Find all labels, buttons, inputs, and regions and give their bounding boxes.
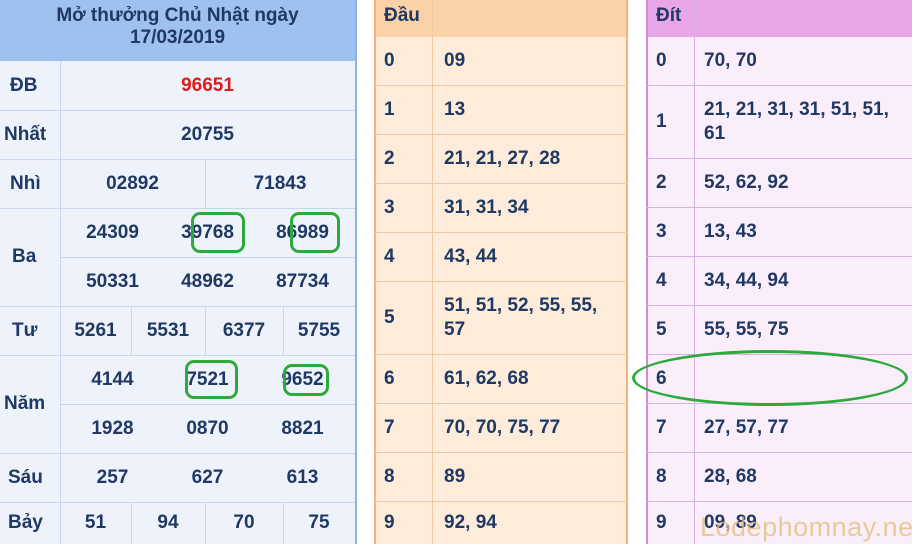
prize-nam-value: 0870 (186, 417, 229, 439)
prize-label-nam: Năm (4, 393, 46, 414)
dau-row: 5 51, 51, 52, 55, 55, 57 (374, 282, 628, 355)
prize-ba-value: 24309 (86, 221, 139, 243)
prize-nam-value: 8821 (281, 417, 324, 439)
prize-bay-value: 70 (233, 512, 255, 533)
highlight-ellipse (632, 350, 908, 406)
prize-label-nhi: Nhì (10, 172, 41, 194)
prize-nam-value: 4144 (91, 368, 134, 390)
dau-row: 6 61, 62, 68 (374, 355, 628, 404)
prize-bay-value: 51 (84, 512, 107, 533)
dit-header: Đít (656, 5, 682, 26)
prize-label-nhat: Nhất (4, 123, 47, 145)
dau-row: 1 13 (374, 86, 628, 135)
result-title-line1: Mở thưởng Chủ Nhật ngày (56, 5, 299, 26)
highlight-circle (185, 360, 238, 399)
prize-tu-value: 5531 (146, 319, 190, 341)
prize-label-tu: Tư (12, 319, 38, 341)
dau-row: 8 89 (374, 453, 628, 502)
prize-sau-value: 613 (286, 466, 319, 488)
prize-label-ba: Ba (12, 246, 37, 267)
prize-bay-value: 75 (308, 512, 330, 533)
dit-row: 1 21, 21, 31, 31, 51, 51, 61 (646, 86, 912, 159)
dit-row: 5 55, 55, 75 (646, 306, 912, 355)
prize-nhi-value: 71843 (253, 172, 307, 194)
prize-ba-value: 50331 (86, 270, 139, 292)
prize-label-bay: Bảy (8, 512, 43, 533)
watermark: Lodephomnay.net (700, 512, 912, 542)
dau-header: Đầu (384, 5, 420, 26)
prize-label-sau: Sáu (8, 466, 43, 488)
highlight-circle (283, 364, 329, 396)
prize-sau-value: 257 (96, 466, 129, 488)
prize-tu-value: 5261 (74, 319, 117, 341)
dau-row: 4 43, 44 (374, 233, 628, 282)
prize-sau-value: 627 (191, 466, 224, 488)
dit-row: 0 70, 70 (646, 37, 912, 86)
dit-row: 8 28, 68 (646, 453, 912, 502)
dau-row: 2 21, 21, 27, 28 (374, 135, 628, 184)
prize-ba-value: 48962 (181, 270, 234, 292)
prize-bay-value: 94 (157, 512, 179, 533)
dau-row: 3 31, 31, 34 (374, 184, 628, 233)
highlight-circle (290, 212, 340, 253)
result-header: Mở thưởng Chủ Nhật ngày 17/03/2019 (0, 0, 355, 61)
prize-tu-value: 5755 (297, 319, 341, 341)
result-title-date: 17/03/2019 (129, 27, 226, 48)
prize-nam-value: 1928 (91, 417, 134, 439)
prize-ba-value: 87734 (276, 270, 329, 292)
prize-nhat-value: 20755 (181, 123, 234, 145)
dit-row: 4 34, 44, 94 (646, 257, 912, 306)
prize-db-value: 96651 (181, 74, 234, 96)
dit-row: 7 27, 57, 77 (646, 404, 912, 453)
dau-row: 0 09 (374, 37, 628, 86)
prize-tu-value: 6377 (222, 319, 266, 341)
dit-row: 3 13, 43 (646, 208, 912, 257)
dit-row: 2 52, 62, 92 (646, 159, 912, 208)
prize-nhi-value: 02892 (106, 172, 159, 194)
dau-row: 9 92, 94 (384, 512, 497, 533)
prize-label-db: ĐB (10, 74, 38, 96)
highlight-circle (191, 212, 245, 253)
dau-row: 7 70, 70, 75, 77 (374, 404, 628, 453)
